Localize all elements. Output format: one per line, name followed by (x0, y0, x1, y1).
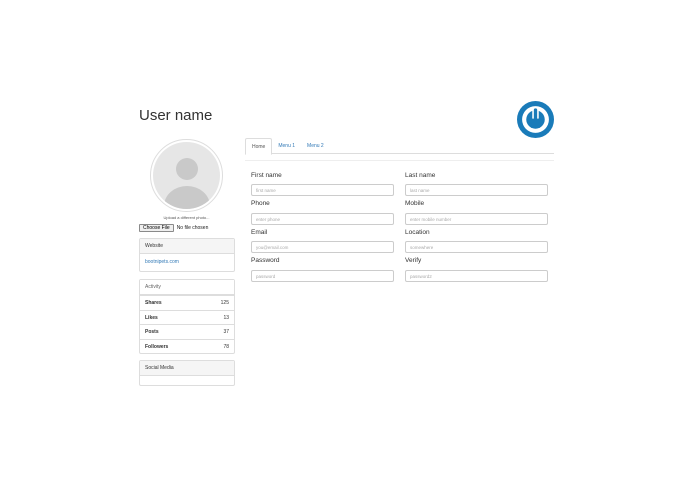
tab-menu-2[interactable]: Menu 2 (301, 138, 330, 154)
stat-label: Likes (145, 314, 158, 321)
phone-label: Phone (251, 200, 270, 207)
tab-bar: Home Menu 1 Menu 2 (245, 138, 554, 155)
file-upload: Choose File No file chosen (139, 224, 208, 232)
email-field[interactable] (251, 241, 394, 253)
stat-value: 13 (223, 314, 229, 321)
file-status: No file chosen (176, 225, 209, 231)
stat-value: 78 (223, 343, 229, 350)
stat-label: Posts (145, 329, 159, 335)
location-field[interactable] (405, 241, 548, 253)
choose-file-button[interactable]: Choose File (139, 224, 174, 232)
stat-row-likes: Likes 13 (140, 309, 234, 325)
first-name-field[interactable] (251, 184, 394, 196)
password-field[interactable] (251, 270, 394, 282)
verify-label: Verify (405, 257, 422, 264)
stat-row-followers: Followers 78 (140, 338, 234, 354)
tab-divider (245, 160, 554, 161)
verify-password-field[interactable] (405, 270, 548, 282)
email-label: Email (251, 229, 268, 236)
last-name-field[interactable] (405, 184, 548, 196)
power-logo-icon (517, 101, 554, 138)
stat-row-shares: Shares 125 (140, 295, 234, 310)
mobile-field[interactable] (405, 213, 548, 225)
page-title: User name (139, 107, 213, 124)
first-name-label: First name (251, 172, 282, 179)
user-silhouette-icon (153, 142, 220, 209)
mobile-label: Mobile (405, 200, 425, 207)
activity-panel-heading: Activity (140, 280, 234, 295)
password-label: Password (251, 257, 280, 264)
avatar (150, 139, 223, 212)
tab-home[interactable]: Home (245, 138, 273, 155)
stat-value: 37 (223, 329, 229, 335)
last-name-label: Last name (405, 172, 436, 179)
website-panel-heading: Website (140, 239, 234, 254)
website-panel: Website bootnipets.com (139, 238, 235, 272)
upload-caption: Upload a different photo... (163, 215, 210, 220)
stat-label: Shares (145, 300, 162, 306)
phone-field[interactable] (251, 213, 394, 225)
stat-label: Followers (145, 343, 169, 350)
social-media-panel-heading: Social Media (140, 361, 234, 376)
stat-row-posts: Posts 37 (140, 324, 234, 339)
social-media-panel: Social Media (139, 360, 235, 386)
activity-panel: Activity Shares 125 Likes 13 Posts 37 Fo… (139, 279, 235, 354)
tab-menu-1[interactable]: Menu 1 (272, 138, 301, 154)
location-label: Location (405, 229, 430, 236)
website-link[interactable]: bootnipets.com (145, 254, 229, 271)
stat-value: 125 (220, 300, 229, 306)
